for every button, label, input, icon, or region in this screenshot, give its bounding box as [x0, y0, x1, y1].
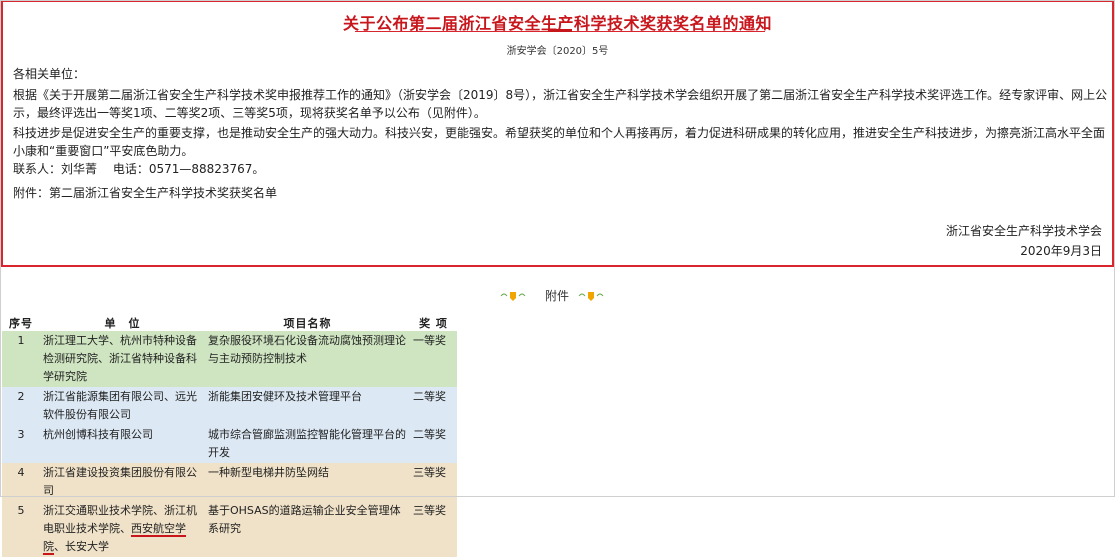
- row-award: 三等奖: [413, 466, 446, 479]
- notice-paragraph-1: 根据《关于开展第二届浙江省安全生产科学技术奖申报推荐工作的通知》（浙安学会〔20…: [13, 88, 1108, 120]
- ornament-left-icon: [500, 292, 526, 301]
- row-project: 基于OHSAS的道路运输企业安全管理体系研究: [208, 504, 401, 535]
- row-index: 1: [17, 334, 25, 347]
- contact-line: 联系人：刘华菁 电话：0571—88823767。: [13, 162, 265, 176]
- notice-paragraph-2: 科技进步是促进安全生产的重要支撑，也是推动安全生产的强大动力。科技兴安，更能强安…: [13, 126, 1106, 158]
- unit-part: 、长安大学: [54, 540, 109, 553]
- row-unit: 浙江理工大学、杭州市特种设备检测研究院、浙江省特种设备科学研究院: [43, 334, 197, 383]
- table-row: 5 浙江交通职业技术学院、浙江机电职业技术学院、西安航空学院、长安大学 基于OH…: [2, 501, 457, 557]
- table-row: 4 浙江省建设投资集团股份有限公司 一种新型电梯井防坠网结 三等奖: [2, 463, 457, 501]
- row-project: 浙能集团安健环及技术管理平台: [208, 390, 362, 403]
- notice-panel: 关于公布第二届浙江省安全生产科学技术奖获奖名单的通知 浙安学会〔2020〕5号 …: [1, 0, 1114, 267]
- award-table: 序号 单 位 项目名称 奖 项 1 浙江理工大学、杭州市特种设备检测研究院、浙江…: [2, 315, 457, 557]
- table-row: 3 杭州创博科技有限公司 城市综合管廊监测监控智能化管理平台的开发 二等奖: [2, 425, 457, 463]
- table-row: 2 浙江省能源集团有限公司、远光软件股份有限公司 浙能集团安健环及技术管理平台 …: [2, 387, 457, 425]
- issue-date: 2020年9月3日: [1020, 244, 1102, 258]
- col-header-unit: 单 位: [104, 317, 141, 330]
- row-unit: 杭州创博科技有限公司: [43, 428, 153, 441]
- row-project: 城市综合管廊监测监控智能化管理平台的开发: [208, 428, 406, 459]
- table-row: 1 浙江理工大学、杭州市特种设备检测研究院、浙江省特种设备科学研究院 复杂服役环…: [2, 331, 457, 387]
- ornament-right-icon: [578, 292, 604, 301]
- table-header-row: 序号 单 位 项目名称 奖 项: [2, 315, 457, 331]
- salutation: 各相关单位：: [13, 67, 86, 81]
- row-award: 二等奖: [413, 428, 446, 441]
- row-unit: 浙江交通职业技术学院、浙江机电职业技术学院、西安航空学院、长安大学: [40, 501, 205, 557]
- attachment-heading-label: 附件: [545, 289, 570, 303]
- col-header-index: 序号: [9, 317, 33, 330]
- title-highlight-mark: [548, 29, 572, 32]
- col-header-project: 项目名称: [283, 317, 332, 330]
- row-index: 5: [17, 504, 25, 517]
- attachment-line: 附件：第二届浙江省安全生产科学技术奖获奖名单: [13, 186, 278, 200]
- row-award: 三等奖: [413, 504, 446, 517]
- row-award: 一等奖: [413, 334, 446, 347]
- row-index: 3: [17, 428, 25, 441]
- row-unit: 浙江省建设投资集团股份有限公司: [43, 466, 197, 497]
- row-award: 二等奖: [413, 390, 446, 403]
- issuing-organization: 浙江省安全生产科学技术学会: [945, 224, 1102, 238]
- document-number: 浙安学会〔2020〕5号: [506, 46, 609, 57]
- row-index: 2: [17, 390, 25, 403]
- attachment-heading: 附件: [500, 287, 620, 303]
- row-unit: 浙江省能源集团有限公司、远光软件股份有限公司: [43, 390, 197, 421]
- row-index: 4: [17, 466, 25, 479]
- row-project: 一种新型电梯井防坠网结: [208, 466, 329, 479]
- col-header-award: 奖 项: [419, 317, 448, 330]
- row-project: 复杂服役环境石化设备流动腐蚀预测理论与主动预防控制技术: [208, 334, 406, 365]
